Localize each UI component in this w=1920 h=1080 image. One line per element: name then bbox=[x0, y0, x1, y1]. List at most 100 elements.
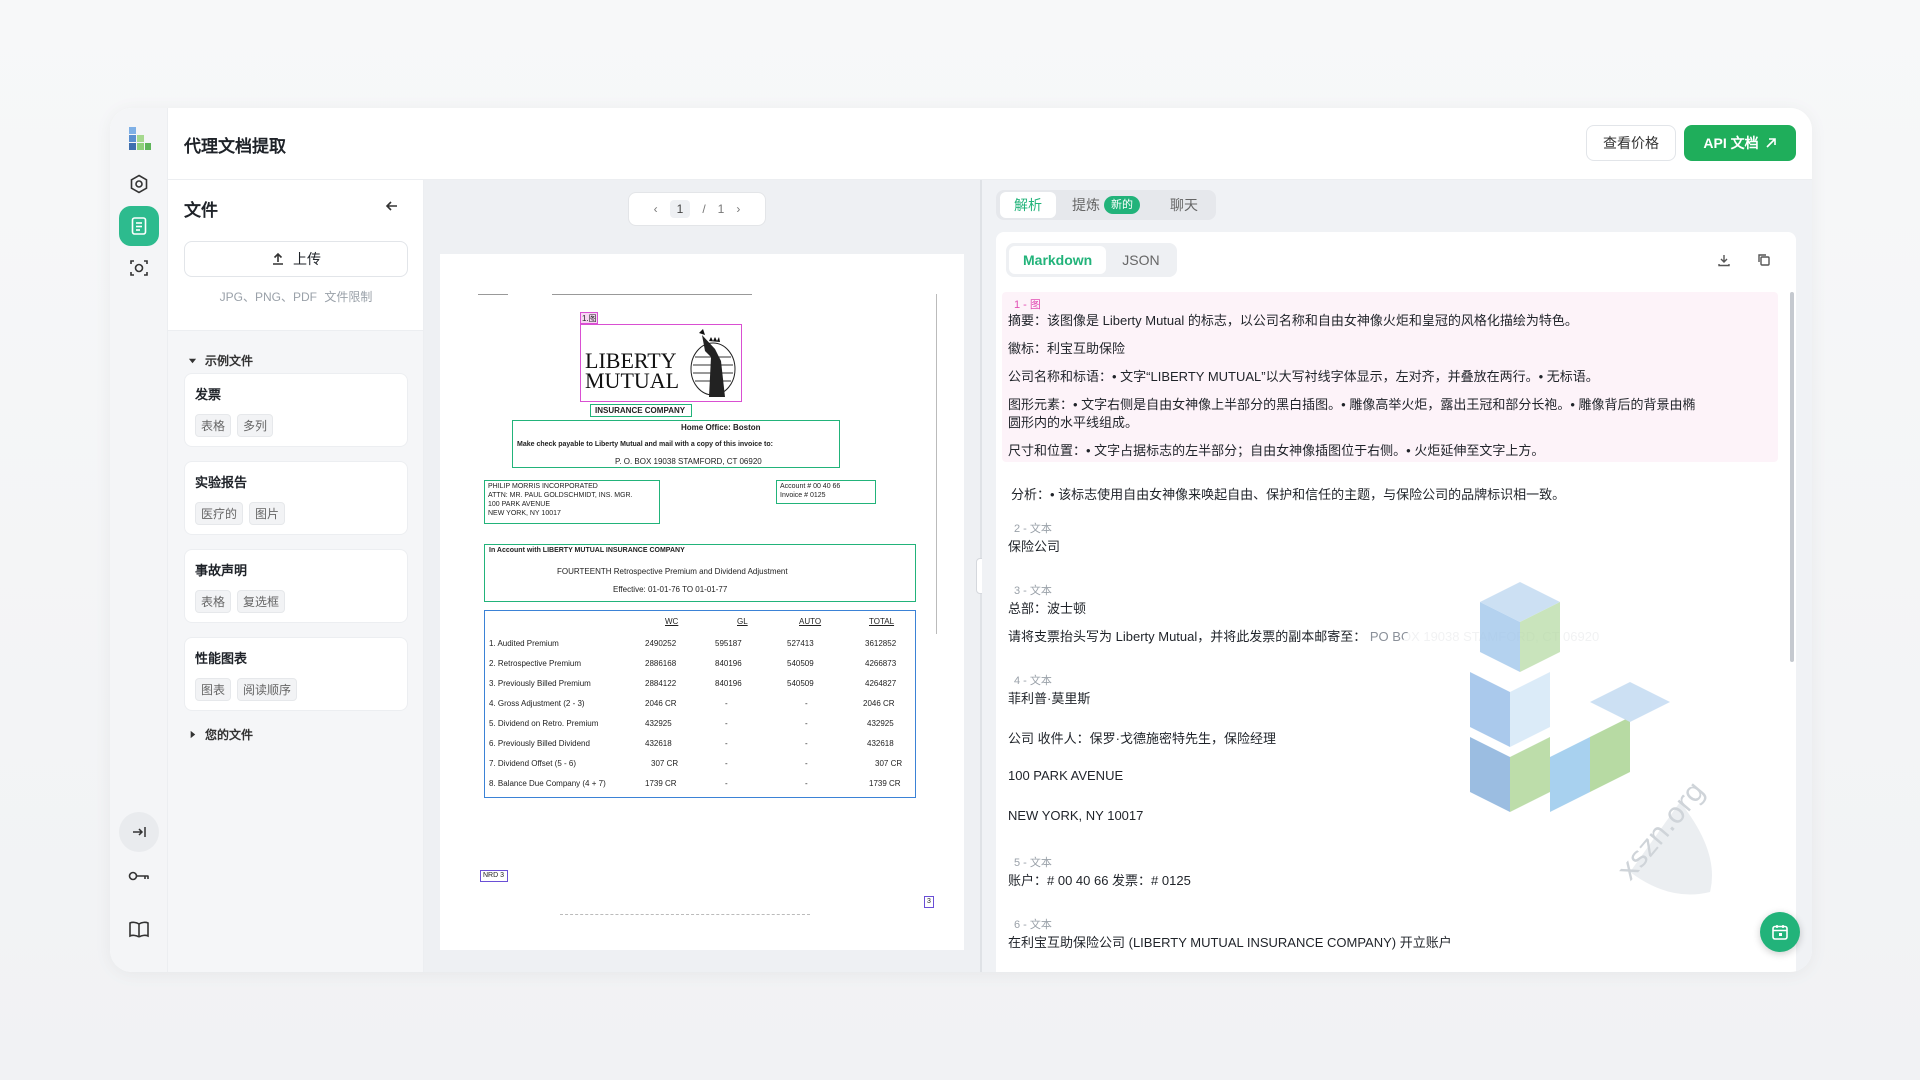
text-block-5[interactable]: 账户：# 00 40 66 发票：# 0125 bbox=[1008, 870, 1191, 889]
upload-icon bbox=[273, 252, 283, 265]
figure-logo-line: 徽标：利宝互助保险 bbox=[1008, 341, 1126, 356]
api-docs-button[interactable]: API 文档 bbox=[1684, 125, 1796, 161]
your-files-label: 您的文件 bbox=[205, 728, 254, 742]
page-current[interactable]: 1 bbox=[669, 200, 691, 218]
card-tag: 阅读顺序 bbox=[237, 678, 298, 701]
examples-label: 示例文件 bbox=[205, 354, 254, 368]
figure-size-line: 尺寸和位置：• 文字占据标志的左半部分；自由女神像插图位于右侧。• 火炬延伸至文… bbox=[1008, 443, 1545, 458]
file-limit-text: JPG、PNG、PDF 文件限制 bbox=[184, 288, 408, 305]
address-box[interactable]: PHILIP MORRIS INCORPORATED ATTN: MR. PAU… bbox=[484, 480, 660, 524]
account-box[interactable]: Account # 00 40 66 Invoice # 0125 bbox=[776, 480, 876, 504]
icon-rail bbox=[110, 108, 168, 972]
figure-analysis-line: 分析：• 该标志使用自由女神像来唤起自由、保护和信任的主题，与保险公司的品牌标识… bbox=[1011, 487, 1566, 502]
document-extract-icon[interactable] bbox=[119, 206, 159, 246]
document-page[interactable]: 1.图 LIBERTY MUTUAL INSURANCE COMPANY Home bbox=[440, 254, 964, 950]
key-icon[interactable] bbox=[119, 856, 159, 896]
card-tag: 图表 bbox=[195, 678, 232, 701]
card-tag: 复选框 bbox=[237, 590, 286, 613]
card-tag: 表格 bbox=[195, 414, 232, 437]
page-number-box[interactable]: 3 bbox=[924, 896, 934, 908]
limit-formats: JPG、PNG、PDF bbox=[219, 290, 317, 304]
company-box[interactable]: INSURANCE COMPANY bbox=[590, 404, 692, 417]
block-label: 5 - 文本 bbox=[1014, 857, 1052, 869]
new-badge: 新的 bbox=[1104, 196, 1140, 214]
format-json[interactable]: JSON bbox=[1108, 246, 1173, 274]
logo-figure-box[interactable]: LIBERTY MUTUAL bbox=[580, 324, 742, 402]
block-label: 3 - 文本 bbox=[1014, 585, 1052, 597]
files-title: 文件 bbox=[184, 201, 218, 220]
scrollbar[interactable] bbox=[1790, 292, 1794, 662]
block-label: 4 - 文本 bbox=[1014, 675, 1052, 687]
text-block-4-line-2[interactable]: 公司 收件人：保罗·戈德施密特先生，保险经理 bbox=[1008, 728, 1276, 747]
results-tabs: 解析 提炼 新的 聊天 bbox=[996, 190, 1216, 220]
calendar-fab[interactable] bbox=[1760, 912, 1800, 952]
next-page-icon[interactable]: › bbox=[736, 202, 740, 216]
figure-tag: 1.图 bbox=[580, 312, 598, 324]
download-icon[interactable] bbox=[1716, 252, 1732, 268]
page-title: 代理文档提取 bbox=[184, 137, 286, 156]
tab-extract-label: 提炼 bbox=[1072, 197, 1100, 213]
file-limit-link[interactable]: 文件限制 bbox=[324, 290, 372, 304]
logo-text: LIBERTY MUTUAL bbox=[585, 348, 680, 393]
text-block-2[interactable]: 保险公司 bbox=[1008, 536, 1060, 555]
text-block-3-main: 请将支票抬头写为 Liberty Mutual，并将此发票的副本邮寄至： bbox=[1008, 629, 1367, 644]
card-tag: 图片 bbox=[249, 502, 286, 525]
tab-chat[interactable]: 聊天 bbox=[1156, 192, 1212, 218]
nrd-box[interactable]: NRD 3 bbox=[480, 870, 508, 882]
collapse-panel-icon[interactable] bbox=[380, 194, 404, 218]
view-pricing-button[interactable]: 查看价格 bbox=[1586, 125, 1676, 161]
card-title: 实验报告 bbox=[195, 475, 248, 490]
format-markdown[interactable]: Markdown bbox=[1009, 246, 1107, 274]
upload-label: 上传 bbox=[293, 251, 321, 267]
statue-of-liberty-icon bbox=[690, 329, 736, 397]
in-account-box[interactable]: In Account with LIBERTY MUTUAL INSURANCE… bbox=[484, 544, 916, 602]
figure-graphic-line: 图形元素：• 文字右侧是自由女神像上半部分的黑白插图。• 雕像高举火炬，露出王冠… bbox=[1008, 397, 1696, 412]
pagination: ‹ 1 / 1 › bbox=[628, 192, 766, 226]
example-card-lab-report[interactable]: 实验报告 医疗的 图片 bbox=[184, 461, 408, 535]
block-label: 6 - 文本 bbox=[1014, 919, 1052, 931]
book-icon[interactable] bbox=[119, 910, 159, 950]
text-block-4-line-4[interactable]: NEW YORK, NY 10017 bbox=[1008, 808, 1143, 823]
card-tag: 多列 bbox=[237, 414, 274, 437]
text-block-3-line-1[interactable]: 总部：波士顿 bbox=[1008, 598, 1086, 617]
figure-graphic-line-2: 圆形内的水平线组成。 bbox=[1008, 415, 1139, 430]
premium-table-box[interactable]: WC GL AUTO TOTAL 1. Audited Premium 24902… bbox=[484, 610, 916, 798]
chevron-right-icon bbox=[190, 730, 196, 739]
tab-extract[interactable]: 提炼 新的 bbox=[1058, 192, 1154, 218]
external-link-icon bbox=[1766, 138, 1776, 148]
page-total: 1 bbox=[717, 202, 725, 216]
text-block-4-line-3[interactable]: 100 PARK AVENUE bbox=[1008, 768, 1123, 783]
figure-name-line: 公司名称和标语：• 文字“LIBERTY MUTUAL”以大写衬线字体显示，左对… bbox=[1008, 369, 1599, 384]
document-viewer: ‹ 1 / 1 › 1.图 LIBERTY MUTUAL INSURANCE C… bbox=[424, 180, 980, 972]
files-panel: 文件 上传 JPG、PNG、PDF 文件限制 示例文件 发票 表格 多列 实验报告… bbox=[168, 180, 424, 972]
prev-page-icon[interactable]: ‹ bbox=[654, 202, 658, 216]
scan-icon[interactable] bbox=[119, 248, 159, 288]
calendar-icon bbox=[1772, 925, 1788, 940]
home-office-box[interactable]: Home Office: Boston Make check payable t… bbox=[512, 420, 840, 468]
text-block-4-line-1[interactable]: 菲利普·莫里斯 bbox=[1008, 688, 1090, 707]
format-toggle: Markdown JSON bbox=[1006, 243, 1177, 277]
chevron-down-icon bbox=[188, 358, 197, 364]
card-tag: 表格 bbox=[195, 590, 232, 613]
card-tag: 医疗的 bbox=[195, 502, 244, 525]
figure-summary: 摘要：该图像是 Liberty Mutual 的标志，以公司名称和自由女神像火炬… bbox=[1008, 313, 1578, 328]
card-title: 发票 bbox=[195, 387, 222, 402]
card-title: 性能图表 bbox=[195, 651, 248, 666]
api-docs-label: API 文档 bbox=[1703, 135, 1759, 151]
examples-header[interactable]: 示例文件 bbox=[188, 352, 253, 369]
tab-parse[interactable]: 解析 bbox=[1000, 192, 1056, 218]
block-label: 2 - 文本 bbox=[1014, 523, 1052, 535]
page-separator: / bbox=[702, 202, 706, 216]
logo-icon[interactable] bbox=[119, 120, 159, 160]
hexagon-icon[interactable] bbox=[119, 164, 159, 204]
copy-icon[interactable] bbox=[1756, 252, 1772, 268]
example-card-performance-chart[interactable]: 性能图表 图表 阅读顺序 bbox=[184, 637, 408, 711]
expand-sidebar-icon[interactable] bbox=[119, 812, 159, 852]
card-title: 事故声明 bbox=[195, 563, 248, 578]
your-files-header[interactable]: 您的文件 bbox=[188, 726, 253, 743]
upload-button[interactable]: 上传 bbox=[184, 241, 408, 277]
example-card-accident-statement[interactable]: 事故声明 表格 复选框 bbox=[184, 549, 408, 623]
top-bar: 代理文档提取 查看价格 API 文档 bbox=[168, 108, 1812, 180]
text-block-6[interactable]: 在利宝互助保险公司 (LIBERTY MUTUAL INSURANCE COMP… bbox=[1008, 932, 1452, 951]
example-card-invoice[interactable]: 发票 表格 多列 bbox=[184, 373, 408, 447]
